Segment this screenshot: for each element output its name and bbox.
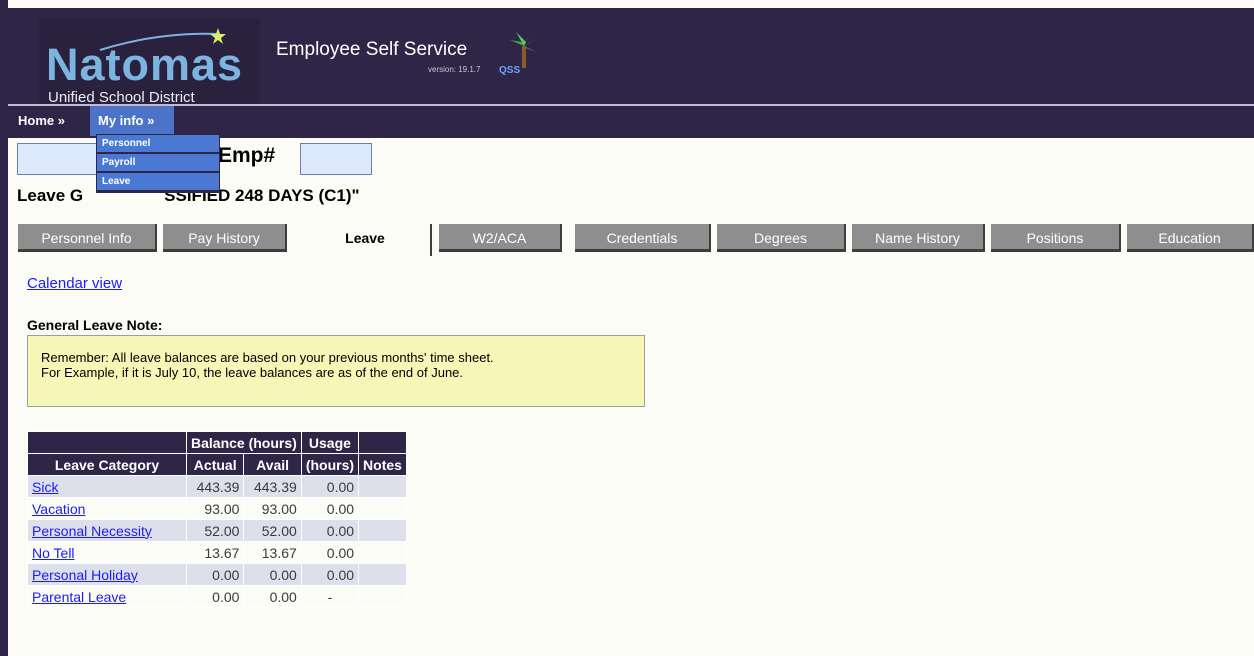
tab-degrees[interactable]: Degrees [717, 224, 846, 252]
usage-cell: 0.00 [300, 541, 360, 564]
tab-leave[interactable]: Leave [300, 224, 432, 256]
employee-number-label: Emp# [218, 144, 276, 167]
table-row: No Tell 13.67 13.67 0.00 [27, 541, 407, 564]
dropdown-item-leave[interactable]: Leave [97, 173, 219, 192]
avail-cell: 93.00 [243, 497, 302, 520]
avail-cell: 443.39 [243, 475, 302, 498]
notes-cell [358, 541, 407, 564]
calendar-view-link[interactable]: Calendar view [27, 275, 122, 292]
header-actual: Actual [185, 453, 245, 476]
dropdown-item-payroll[interactable]: Payroll [97, 154, 219, 173]
actual-cell: 93.00 [185, 497, 245, 520]
table-header-row-top: Balance (hours) Usage [27, 431, 407, 454]
table-header-row-sub: Leave Category Actual Avail (hours) Note… [27, 453, 407, 476]
tab-personnel-info[interactable]: Personnel Info [18, 224, 157, 252]
logo-wordmark: Natomas [46, 39, 244, 90]
tab-pay-history[interactable]: Pay History [163, 224, 287, 252]
table-row: Personal Necessity 52.00 52.00 0.00 [27, 519, 407, 542]
table-row: Personal Holiday 0.00 0.00 0.00 [27, 563, 407, 586]
app-title: Employee Self Service [276, 39, 468, 60]
note-line-1: Remember: All leave balances are based o… [41, 350, 494, 365]
header-balance-hours: Balance (hours) [186, 431, 302, 454]
tab-positions[interactable]: Positions [991, 224, 1121, 252]
redacted-employee-number [300, 143, 372, 175]
palm-tree-icon [510, 32, 538, 68]
leave-balance-table: Balance (hours) Usage Leave Category Act… [27, 431, 407, 608]
leave-group-prefix: Leave G [17, 186, 84, 205]
avail-cell: 0.00 [243, 563, 302, 586]
app-header: Natomas Unified School District Employee… [8, 8, 1254, 106]
leave-category-link[interactable]: Sick [32, 479, 58, 495]
actual-cell: 52.00 [185, 519, 245, 542]
usage-cell: 0.00 [300, 475, 360, 498]
general-leave-note-label: General Leave Note: [27, 317, 163, 333]
tab-w2-aca[interactable]: W2/ACA [439, 224, 562, 252]
avail-cell: 13.67 [243, 541, 302, 564]
window-frame [0, 0, 8, 656]
header-avail: Avail [243, 453, 302, 476]
tab-education[interactable]: Education [1127, 224, 1254, 252]
header-usage: Usage [300, 431, 360, 454]
header-notes: Notes [358, 453, 407, 476]
vendor-logo: QSS [499, 65, 521, 76]
redacted-employee-name [17, 143, 99, 175]
leave-category-link[interactable]: Parental Leave [32, 589, 126, 605]
notes-cell [358, 585, 407, 608]
header-blank [27, 431, 187, 454]
header-blank-notes [358, 431, 407, 454]
table-row: Parental Leave 0.00 0.00 - [27, 585, 407, 608]
leave-category-link[interactable]: Personal Necessity [32, 523, 152, 539]
tab-name-history[interactable]: Name History [852, 224, 985, 252]
tab-credentials[interactable]: Credentials [575, 224, 711, 252]
district-logo[interactable]: Natomas Unified School District [38, 18, 260, 106]
notes-cell [358, 497, 407, 520]
main-nav: Home » My info » [8, 104, 1254, 138]
general-leave-note: Remember: All leave balances are based o… [27, 335, 645, 407]
note-line-2: For Example, if it is July 10, the leave… [41, 365, 464, 380]
my-info-dropdown: Personnel Payroll Leave [96, 134, 220, 193]
notes-cell [358, 563, 407, 586]
tab-bar: Personnel Info Pay History Leave W2/ACA … [18, 224, 1254, 256]
notes-cell [358, 475, 407, 498]
actual-cell: 443.39 [185, 475, 245, 498]
leave-category-link[interactable]: Vacation [32, 501, 85, 517]
usage-cell: 0.00 [300, 519, 360, 542]
leave-category-link[interactable]: Personal Holiday [32, 567, 138, 583]
actual-cell: 0.00 [185, 585, 245, 608]
avail-cell: 0.00 [243, 585, 302, 608]
avail-cell: 52.00 [243, 519, 302, 542]
usage-cell: - [300, 585, 360, 608]
nav-my-info[interactable]: My info » [90, 106, 174, 136]
nav-home[interactable]: Home » [8, 106, 75, 136]
table-row: Vacation 93.00 93.00 0.00 [27, 497, 407, 520]
usage-cell: 0.00 [300, 497, 360, 520]
table-row: Sick 443.39 443.39 0.00 [27, 475, 407, 498]
notes-cell [358, 519, 407, 542]
header-usage-hours: (hours) [300, 453, 360, 476]
actual-cell: 13.67 [185, 541, 245, 564]
usage-cell: 0.00 [300, 563, 360, 586]
version-label: version: 19.1.7 [428, 65, 481, 74]
header-leave-category: Leave Category [27, 453, 187, 476]
leave-category-link[interactable]: No Tell [32, 545, 75, 561]
actual-cell: 0.00 [185, 563, 245, 586]
dropdown-item-personnel[interactable]: Personnel [97, 135, 219, 154]
